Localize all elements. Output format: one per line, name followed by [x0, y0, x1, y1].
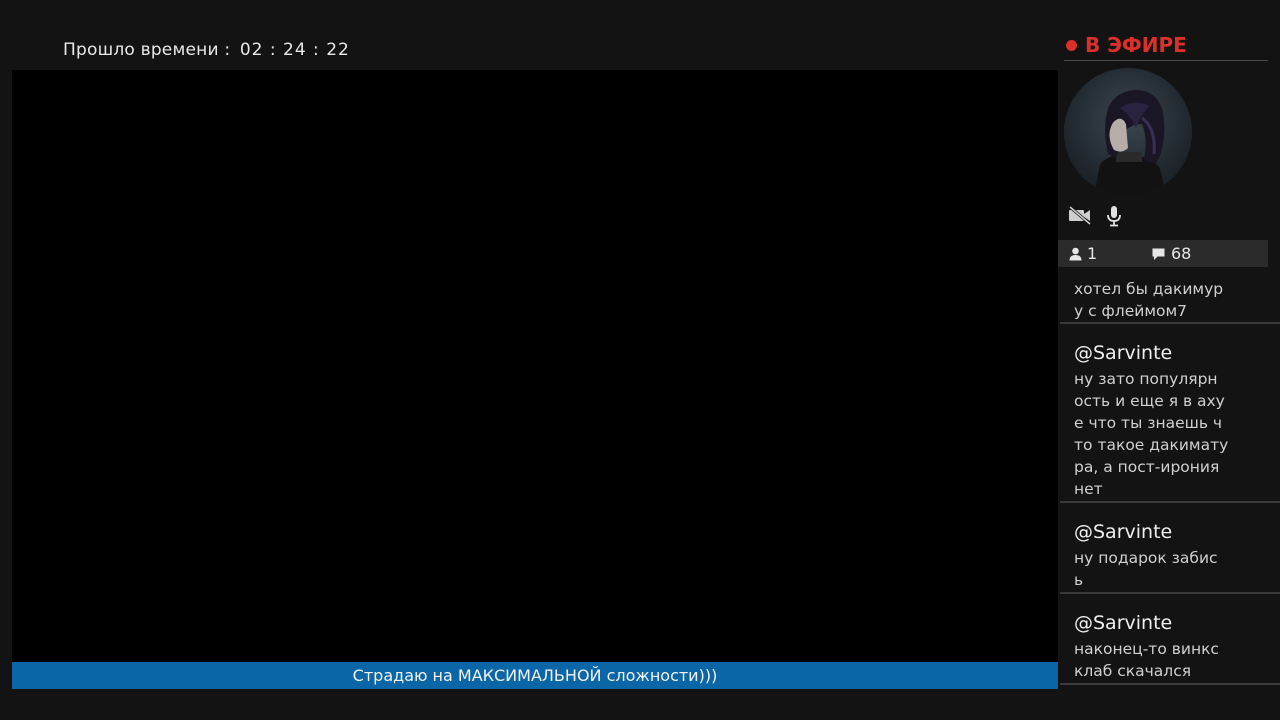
chat-feed[interactable]: хотел бы дакимур у с флеймом7 @Sarvinte …	[1060, 268, 1280, 688]
elapsed-label: Прошло времени :	[63, 40, 231, 60]
live-indicator: В ЭФИРЕ	[1066, 33, 1187, 57]
broadcast-sidebar: В ЭФИРЕ 1 68 хотел бы дакимур у с флеймо…	[1058, 0, 1280, 720]
chat-message: @Sarvinte наконец-то винкс клаб скачался	[1060, 594, 1280, 685]
stream-title: Страдаю на МАКСИМАЛЬНОЙ сложности)))	[352, 666, 718, 685]
speech-bubble-icon	[1152, 248, 1165, 260]
chat-message-text: ну подарок забис ь	[1074, 549, 1218, 589]
chat-message-user[interactable]: @Sarvinte	[1074, 521, 1172, 543]
microphone-icon[interactable]	[1106, 205, 1122, 231]
chat-message-text: наконец-то винкс клаб скачался	[1074, 640, 1219, 680]
stats-bar: 1 68	[1058, 240, 1268, 267]
viewer-count: 1	[1069, 244, 1097, 263]
live-label: В ЭФИРЕ	[1085, 33, 1187, 57]
chat-message-text: ну зато популярн ость и еще я в аху е чт…	[1074, 370, 1229, 498]
media-status	[1068, 205, 1122, 231]
stream-title-bar: Страдаю на МАКСИМАЛЬНОЙ сложности)))	[12, 662, 1058, 689]
elapsed-time-display: Прошло времени : 02 : 24 : 22	[63, 40, 350, 60]
video-viewport[interactable]	[12, 70, 1058, 662]
divider	[1060, 683, 1280, 685]
streamer-avatar	[1064, 68, 1192, 196]
chat-message-user[interactable]: @Sarvinte	[1074, 342, 1172, 364]
avatar-image	[1064, 68, 1192, 196]
live-dot-icon	[1066, 39, 1077, 51]
chat-message: хотел бы дакимур у с флеймом7	[1060, 268, 1280, 324]
comment-count-value: 68	[1171, 244, 1192, 263]
chat-message: @Sarvinte ну зато популярн ость и еще я …	[1060, 324, 1280, 503]
viewer-count-value: 1	[1087, 244, 1098, 263]
comment-count: 68	[1151, 244, 1191, 263]
elapsed-time-value: 02 : 24 : 22	[239, 40, 350, 60]
chat-message-text: хотел бы дакимур у с флеймом7	[1074, 280, 1224, 320]
chat-message-user[interactable]: @Sarvinte	[1074, 612, 1172, 634]
chat-message: @Sarvinte ну подарок забис ь	[1060, 503, 1280, 594]
divider	[1064, 60, 1268, 61]
person-icon	[1069, 247, 1082, 260]
camera-off-icon[interactable]	[1068, 205, 1092, 231]
